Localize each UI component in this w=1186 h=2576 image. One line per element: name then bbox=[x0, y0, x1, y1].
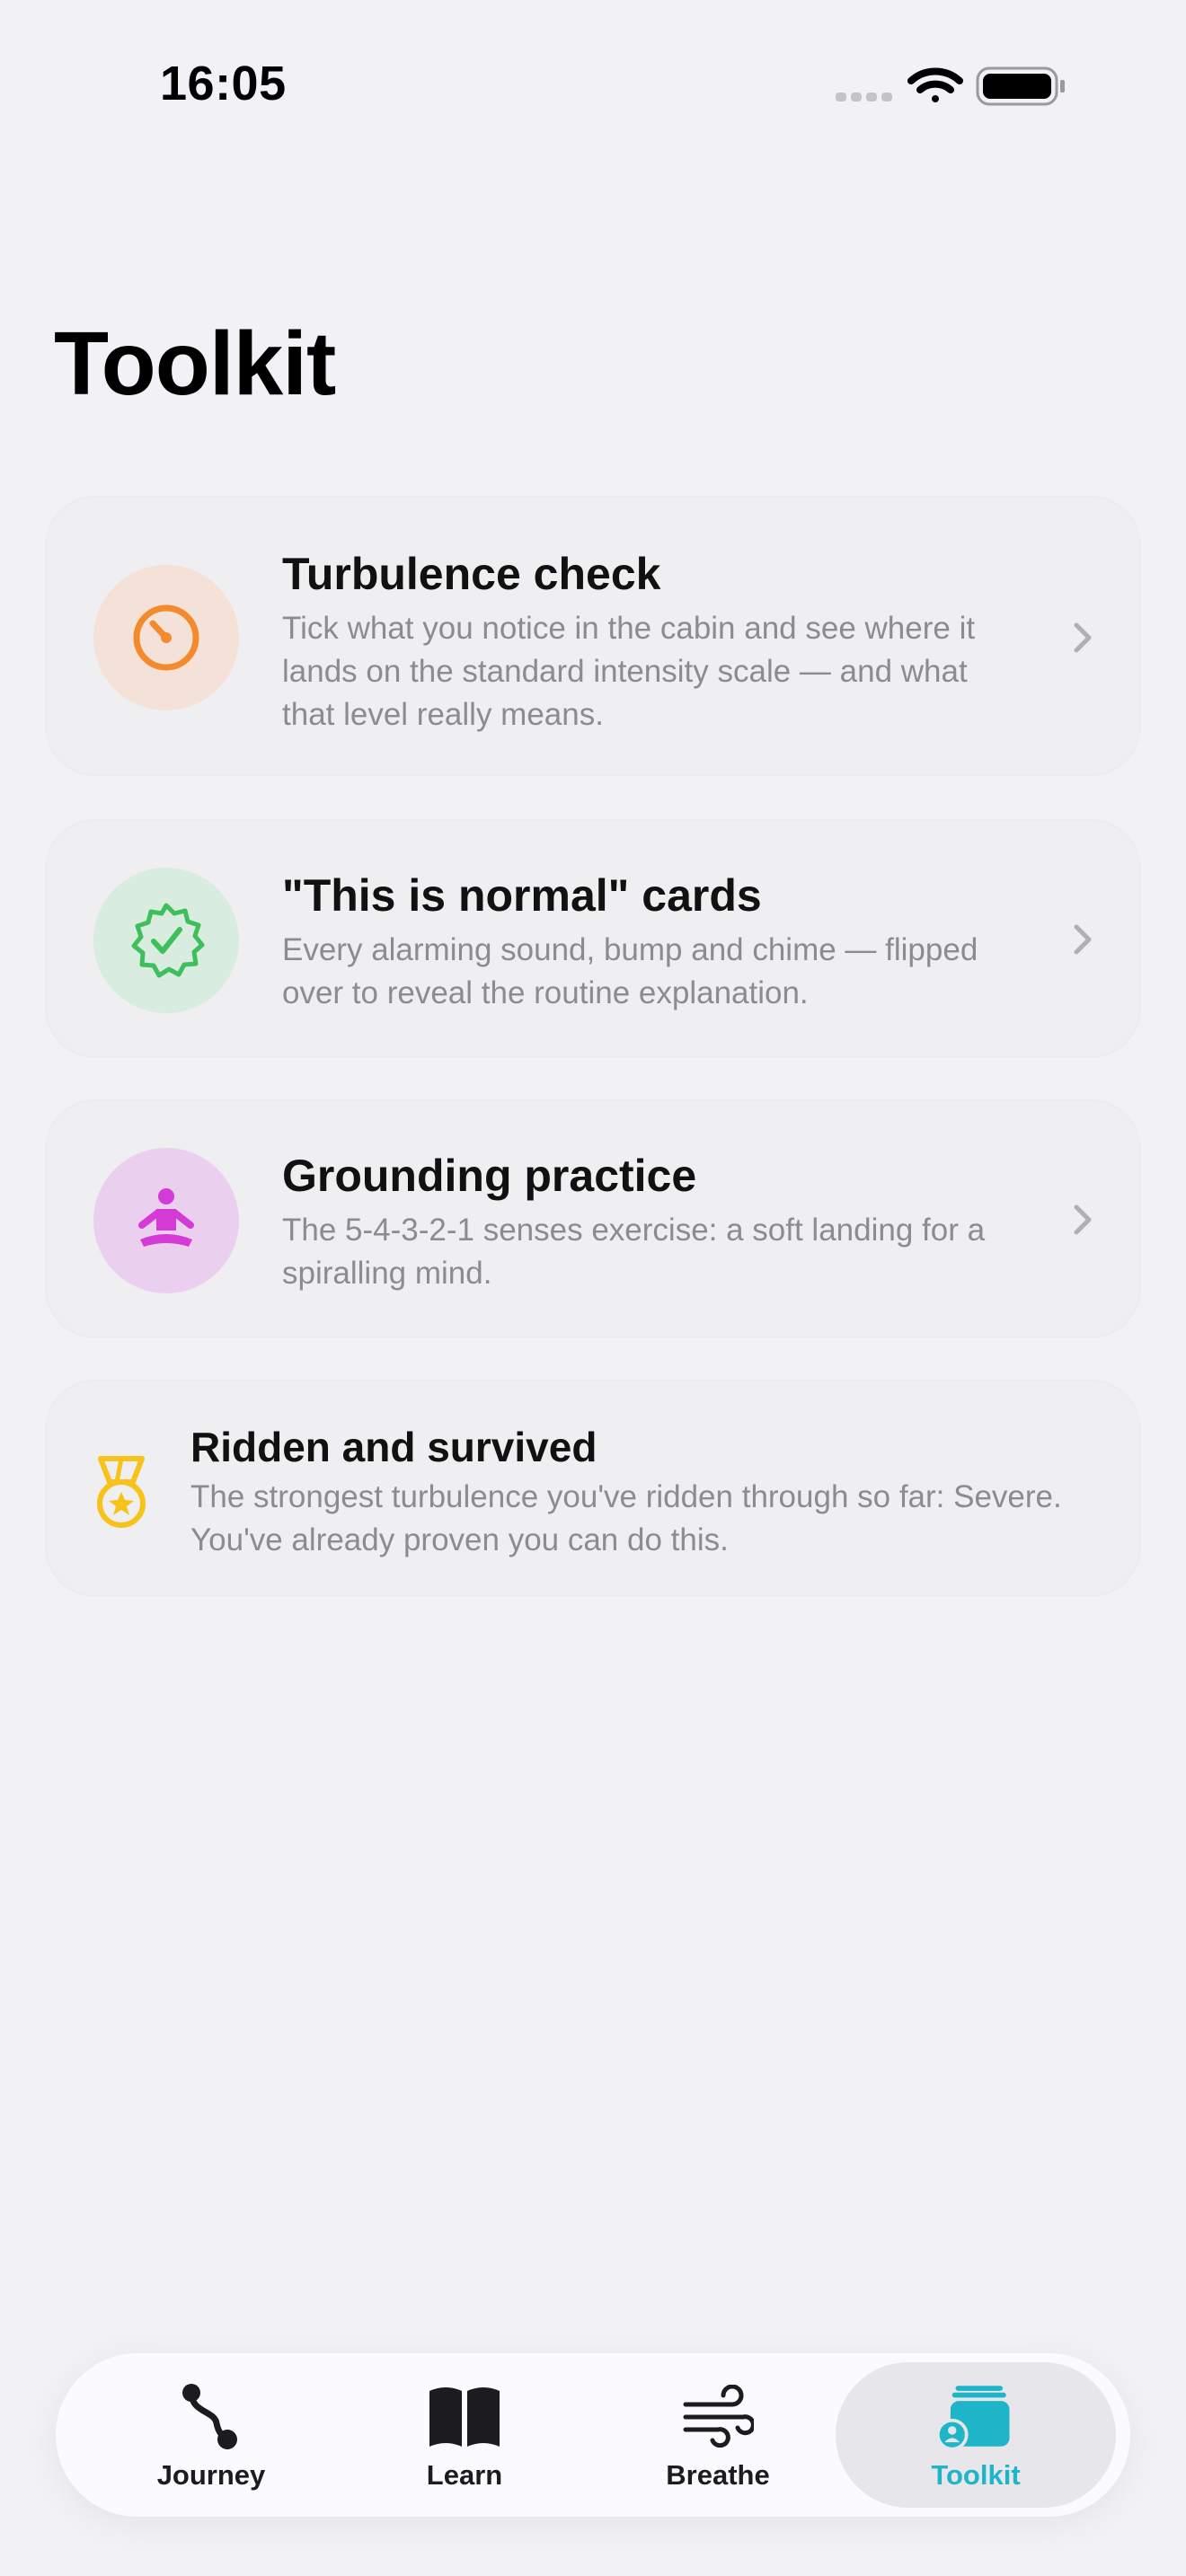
card-description: Tick what you notice in the cabin and se… bbox=[282, 611, 976, 732]
turbulence-check-icon-circle bbox=[93, 565, 239, 710]
card-description: The 5-4-3-2-1 senses exercise: a soft la… bbox=[282, 1213, 986, 1291]
cellular-signal-icon bbox=[836, 93, 892, 101]
achievement-card: Ridden and survived The strongest turbul… bbox=[45, 1380, 1141, 1597]
gauge-icon bbox=[133, 604, 199, 671]
tab-label: Journey bbox=[156, 2459, 266, 2491]
tab-label: Toolkit bbox=[931, 2459, 1021, 2491]
tab-bar: Journey Learn Breathe Toolkit bbox=[56, 2353, 1130, 2517]
chevron-right-icon bbox=[1074, 622, 1092, 653]
tab-journey[interactable]: Journey bbox=[84, 2353, 338, 2517]
meditation-figure-icon bbox=[138, 1188, 194, 1247]
chevron-right-icon bbox=[1074, 924, 1092, 955]
checkmark-seal-icon bbox=[131, 903, 205, 978]
card-title: Grounding practice bbox=[282, 1151, 697, 1201]
grounding-practice-icon-circle bbox=[93, 1148, 239, 1293]
route-icon bbox=[171, 2380, 252, 2452]
tab-label: Learn bbox=[426, 2459, 503, 2491]
grounding-practice-card[interactable]: Grounding practice The 5-4-3-2-1 senses … bbox=[45, 1099, 1141, 1338]
card-title: Turbulence check bbox=[282, 549, 661, 599]
status-icons bbox=[836, 66, 1065, 106]
medal-icon bbox=[97, 1456, 146, 1528]
card-title: "This is normal" cards bbox=[282, 870, 762, 921]
page-title: Toolkit bbox=[54, 313, 336, 414]
tab-toolkit[interactable]: Toolkit bbox=[828, 2353, 1123, 2517]
tab-learn[interactable]: Learn bbox=[338, 2353, 591, 2517]
chevron-right-icon bbox=[1074, 1204, 1092, 1235]
card-description: Every alarming sound, bump and chime — f… bbox=[282, 932, 978, 1010]
tab-breathe[interactable]: Breathe bbox=[591, 2353, 845, 2517]
turbulence-check-card[interactable]: Turbulence check Tick what you notice in… bbox=[45, 496, 1141, 776]
book-icon bbox=[424, 2380, 505, 2452]
status-time: 16:05 bbox=[160, 57, 287, 110]
tab-label: Breathe bbox=[666, 2459, 770, 2491]
this-is-normal-card[interactable]: "This is normal" cards Every alarming so… bbox=[45, 819, 1141, 1058]
achievement-title: Ridden and survived bbox=[190, 1424, 597, 1470]
this-is-normal-icon-circle bbox=[93, 868, 239, 1013]
wifi-icon bbox=[907, 67, 963, 102]
achievement-description: The strongest turbulence you've ridden t… bbox=[190, 1479, 1062, 1557]
battery-icon bbox=[976, 66, 1065, 106]
stack-person-icon bbox=[935, 2380, 1016, 2452]
wind-icon bbox=[677, 2380, 758, 2452]
